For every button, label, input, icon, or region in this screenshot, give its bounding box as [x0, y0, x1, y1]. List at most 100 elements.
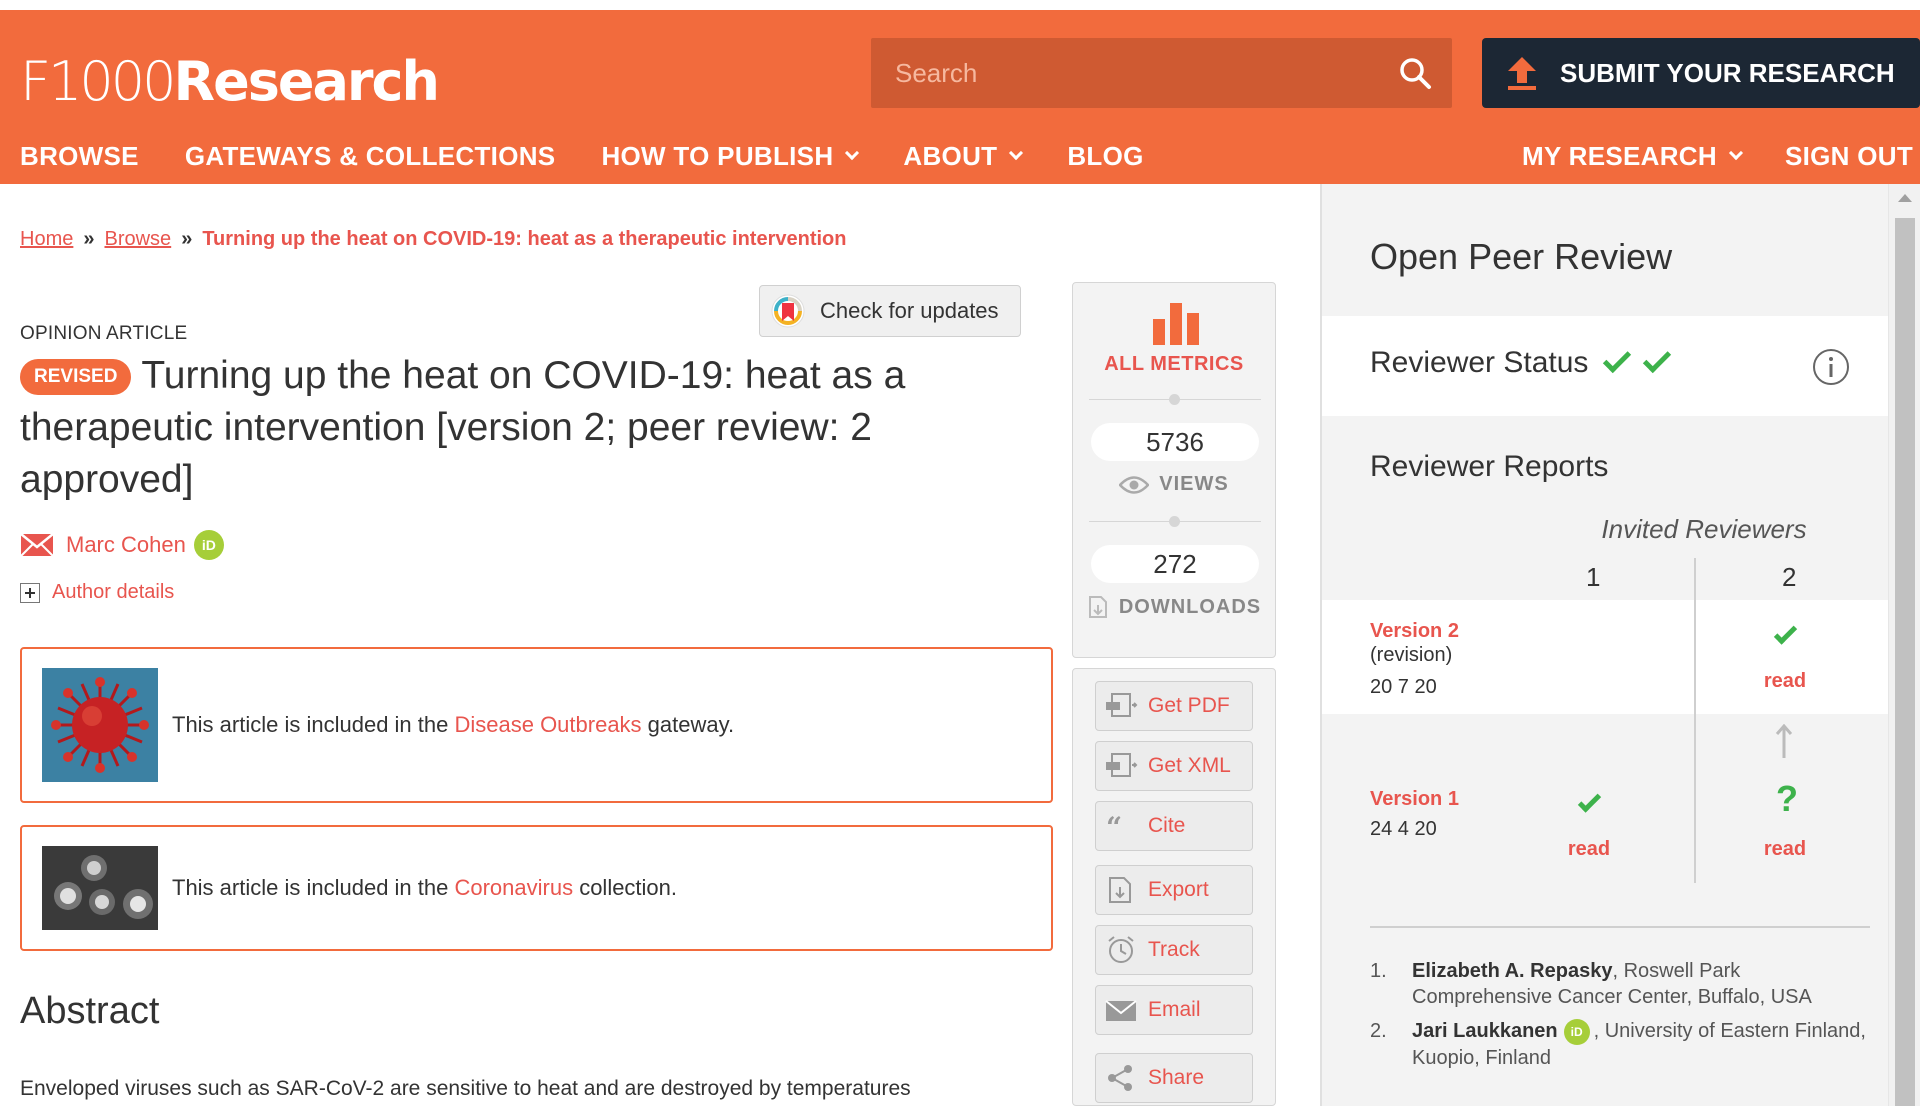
virus-thumbnail — [42, 668, 158, 782]
breadcrumb: Home » Browse » Turning up the heat on C… — [20, 228, 847, 251]
disease-outbreaks-link[interactable]: Disease Outbreaks — [454, 712, 641, 737]
tools-panel: Get PDF Get XML “ Cite Export Track Emai… — [1072, 668, 1276, 1106]
nav-blog[interactable]: BLOG — [1067, 141, 1143, 172]
metrics-divider — [1089, 516, 1261, 527]
mail-icon[interactable] — [20, 533, 54, 557]
reviewer-list: 1. Elizabeth A. Repasky, Roswell Park Co… — [1370, 958, 1870, 1079]
orcid-icon[interactable]: iD — [1563, 1018, 1590, 1045]
author: Marc Cohen iD — [20, 530, 224, 560]
read-report-link[interactable]: read — [1745, 670, 1825, 693]
collection-box: This article is included in the Coronavi… — [20, 825, 1053, 951]
metrics-divider — [1089, 394, 1261, 405]
version-2-date: 20 7 20 — [1370, 676, 1437, 698]
list-item: 2. Jari Laukkanen iD, University of Easte… — [1370, 1018, 1866, 1069]
author-details-toggle[interactable]: Author details — [20, 581, 174, 604]
track-button[interactable]: Track — [1095, 925, 1253, 975]
crossmark-icon — [771, 294, 805, 328]
pdf-icon — [1106, 693, 1138, 717]
orcid-icon[interactable]: iD — [193, 530, 224, 560]
expand-plus-icon — [20, 582, 40, 603]
share-button[interactable]: Share — [1095, 1053, 1253, 1103]
version-1-date: 24 4 20 — [1370, 818, 1437, 840]
abstract-text: Enveloped viruses such as SAR-CoV-2 are … — [20, 1077, 911, 1100]
upload-arrow-icon — [1508, 57, 1536, 90]
coronavirus-thumbnail — [42, 846, 158, 930]
breadcrumb-home[interactable]: Home — [20, 228, 73, 251]
eye-icon — [1119, 475, 1150, 494]
reviewer-column-2: 2 — [1782, 562, 1797, 592]
info-icon[interactable] — [1812, 348, 1850, 386]
open-peer-review-panel: Open Peer Review Reviewer Status Reviewe… — [1320, 184, 1890, 1106]
downloads-label: DOWNLOADS — [1073, 595, 1275, 619]
bar-chart-icon[interactable] — [1153, 303, 1199, 345]
search-icon[interactable] — [1398, 56, 1432, 90]
export-button[interactable]: Export — [1095, 865, 1253, 915]
search-input[interactable] — [871, 38, 1371, 108]
nav-sign-out[interactable]: SIGN OUT — [1785, 141, 1913, 172]
main-nav: BROWSE GATEWAYS & COLLECTIONS HOW TO PUB… — [20, 136, 1144, 176]
cite-button[interactable]: “ Cite — [1095, 801, 1253, 851]
breadcrumb-browse[interactable]: Browse — [104, 228, 171, 251]
version-2-link[interactable]: Version 2 — [1370, 620, 1459, 643]
get-xml-button[interactable]: Get XML — [1095, 741, 1253, 791]
mail-icon — [1105, 1000, 1137, 1021]
read-report-link[interactable]: read — [1745, 838, 1825, 861]
email-button[interactable]: Email — [1095, 985, 1253, 1035]
gateway-box: This article is included in the Disease … — [20, 647, 1053, 803]
nav-how-to-publish[interactable]: HOW TO PUBLISH — [601, 141, 860, 172]
scroll-up-arrow-icon[interactable] — [1898, 194, 1912, 202]
approved-with-reservations-icon: ? — [1776, 778, 1798, 819]
version-1-link[interactable]: Version 1 — [1370, 788, 1459, 811]
scrollbar-thumb[interactable] — [1895, 218, 1915, 1106]
download-icon — [1088, 596, 1107, 618]
f1000-logo[interactable]: F1000Research — [20, 50, 440, 113]
get-pdf-button[interactable]: Get PDF — [1095, 681, 1253, 731]
submit-research-button[interactable]: SUBMIT YOUR RESEARCH — [1482, 38, 1920, 108]
approved-check-icon — [1577, 789, 1602, 813]
metrics-panel: ALL METRICS 5736 VIEWS 272 DOWNLOADS — [1072, 282, 1276, 658]
nav-browse[interactable]: BROWSE — [20, 141, 139, 172]
chevron-down-icon — [1728, 145, 1744, 161]
revised-badge: REVISED — [20, 359, 132, 395]
reviewer-name: Jari Laukkanen — [1412, 1020, 1558, 1042]
up-arrow-icon — [1775, 724, 1793, 758]
breadcrumb-current: Turning up the heat on COVID-19: heat as… — [202, 228, 847, 250]
article-title: REVISED Turning up the heat on COVID-19: … — [20, 354, 906, 501]
invited-reviewers-label: Invited Reviewers — [1601, 514, 1807, 544]
search-box — [871, 38, 1452, 108]
downloads-count: 272 — [1091, 545, 1259, 583]
chevron-down-icon — [1009, 145, 1024, 161]
chevron-down-icon — [845, 145, 860, 161]
reviewer-status-row: Reviewer Status — [1322, 316, 1890, 416]
coronavirus-link[interactable]: Coronavirus — [454, 875, 573, 900]
xml-icon — [1106, 753, 1138, 777]
abstract-heading: Abstract — [20, 990, 160, 1032]
reviewer-name: Elizabeth A. Repasky — [1412, 960, 1613, 982]
divider — [1370, 926, 1870, 928]
quote-icon: “ — [1106, 811, 1122, 841]
views-label: VIEWS — [1073, 473, 1275, 496]
nav-my-research[interactable]: MY RESEARCH — [1522, 141, 1744, 172]
approved-check-icon — [1603, 344, 1632, 374]
reviewer-column-1: 1 — [1586, 562, 1601, 592]
author-name[interactable]: Marc Cohen — [66, 532, 186, 558]
open-peer-review-title: Open Peer Review — [1370, 236, 1673, 277]
article-type: OPINION ARTICLE — [20, 323, 188, 344]
all-metrics-link[interactable]: ALL METRICS — [1073, 353, 1275, 376]
list-item: 1. Elizabeth A. Repasky, Roswell Park Co… — [1370, 960, 1812, 1008]
reviewer-reports-title: Reviewer Reports — [1370, 450, 1609, 483]
scrollbar[interactable] — [1888, 184, 1920, 1106]
user-nav: MY RESEARCH SIGN OUT — [1522, 136, 1913, 176]
version-2-note: (revision) — [1370, 644, 1453, 666]
nav-about[interactable]: ABOUT — [903, 141, 1024, 172]
export-icon — [1109, 877, 1131, 903]
share-icon — [1108, 1065, 1132, 1091]
svg-text:“: “ — [1106, 811, 1122, 841]
nav-gateways-collections[interactable]: GATEWAYS & COLLECTIONS — [185, 141, 556, 172]
views-count: 5736 — [1091, 423, 1259, 461]
alarm-clock-icon — [1108, 936, 1134, 963]
read-report-link[interactable]: read — [1549, 838, 1629, 861]
approved-check-icon — [1643, 344, 1672, 374]
column-divider — [1694, 558, 1696, 883]
check-for-updates-button[interactable]: Check for updates — [759, 285, 1021, 337]
